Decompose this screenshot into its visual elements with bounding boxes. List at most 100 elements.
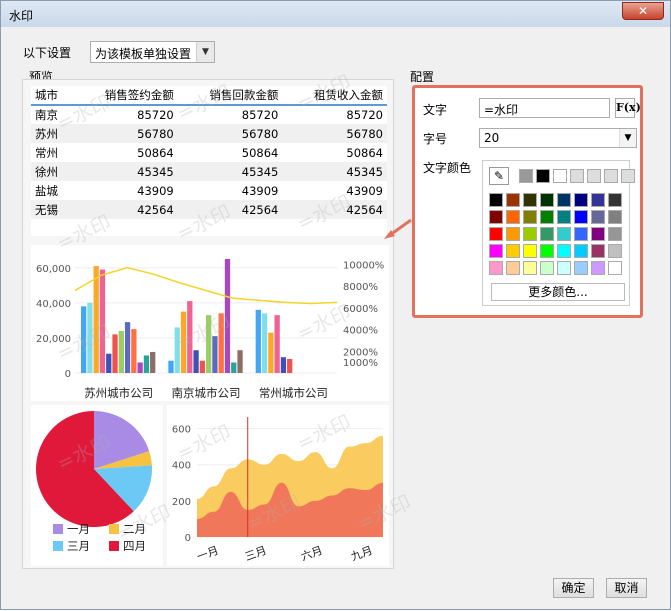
color-swatch[interactable] <box>523 261 537 275</box>
color-swatch[interactable] <box>506 193 520 207</box>
y2-tick-label: 2000% <box>343 347 378 358</box>
table-cell: 85720 <box>137 108 174 122</box>
color-swatch[interactable] <box>489 261 503 275</box>
y-tick-label: 200 <box>172 497 191 508</box>
color-swatch[interactable] <box>489 244 503 258</box>
chart-bar <box>143 355 150 373</box>
color-swatch[interactable] <box>570 169 584 183</box>
chart-bar <box>206 315 212 373</box>
table-cell: 42564 <box>73 200 178 219</box>
color-swatch[interactable] <box>591 244 605 258</box>
color-swatch[interactable] <box>536 169 550 183</box>
color-swatch[interactable] <box>608 227 622 241</box>
color-swatch[interactable] <box>506 227 520 241</box>
more-colors-button[interactable]: 更多颜色... <box>491 283 625 301</box>
color-swatch[interactable] <box>591 227 605 241</box>
color-swatch[interactable] <box>591 193 605 207</box>
color-swatch[interactable] <box>553 169 567 183</box>
formula-button[interactable]: F(x) <box>615 98 641 118</box>
x-tick-label: 三月 <box>243 544 268 564</box>
color-swatch[interactable] <box>557 193 571 207</box>
chart-bar <box>199 360 205 373</box>
color-swatch[interactable] <box>591 210 605 224</box>
color-swatch[interactable] <box>523 193 537 207</box>
legend-swatch <box>53 524 63 534</box>
area-chart: 600 400 200 0 一月 三月 六月 九月 <box>167 405 389 566</box>
chart-bar <box>150 351 156 373</box>
chart-bar <box>168 360 174 373</box>
settings-mode-select[interactable]: 为该模板单独设置 ▼ <box>90 41 215 63</box>
color-swatch[interactable] <box>489 227 503 241</box>
color-swatch[interactable] <box>608 244 622 258</box>
color-swatch[interactable] <box>608 210 622 224</box>
table-row: 南京 85720 85720 85720 <box>31 105 387 124</box>
color-swatch[interactable] <box>557 244 571 258</box>
color-swatch[interactable] <box>506 261 520 275</box>
x-category-label: 苏州城市公司 <box>84 386 153 400</box>
config-panel: 文字 =水印 F(x) 字号 20 ▼ 文字颜色 ✎ 更多颜色... <box>412 85 643 318</box>
table-cell: 45345 <box>282 162 387 181</box>
pie-chart-svg: 一月 二月三月 四月 <box>36 411 152 553</box>
y2-tick-label: 10000% <box>343 260 384 271</box>
color-swatch[interactable] <box>574 244 588 258</box>
color-swatch[interactable] <box>557 261 571 275</box>
color-swatch[interactable] <box>574 261 588 275</box>
combo-chart: 60,000 40,000 20,000 0 10000% 8000% 6000% 4000%… <box>31 245 389 401</box>
legend-swatch <box>53 541 63 551</box>
color-swatch[interactable] <box>519 169 533 183</box>
color-swatch[interactable] <box>574 193 588 207</box>
legend-swatch <box>109 541 119 551</box>
color-swatch[interactable] <box>523 227 537 241</box>
color-swatch[interactable] <box>489 193 503 207</box>
color-swatch[interactable] <box>591 261 605 275</box>
color-swatch[interactable] <box>604 169 618 183</box>
color-swatch[interactable] <box>540 227 554 241</box>
settings-label: 以下设置 <box>23 46 72 60</box>
color-swatch[interactable] <box>523 244 537 258</box>
fontsize-select[interactable]: 20 ▼ <box>479 128 637 148</box>
eyedropper-icon[interactable]: ✎ <box>489 167 509 185</box>
table-header-row: 城市 销售签约金额 销售回款金额 租赁收入金额 <box>31 86 387 106</box>
color-swatch[interactable] <box>489 210 503 224</box>
legend-label: 一月 <box>67 522 90 536</box>
color-swatch[interactable] <box>506 244 520 258</box>
chart-bar <box>287 358 293 373</box>
color-swatch[interactable] <box>608 261 622 275</box>
watermark-text-value: =水印 <box>484 103 519 117</box>
chevron-down-icon: ▼ <box>196 42 214 62</box>
color-swatch[interactable] <box>506 210 520 224</box>
chart-bar <box>87 302 93 373</box>
color-swatch[interactable] <box>557 210 571 224</box>
legend-swatch <box>109 524 119 534</box>
area-chart-svg: 600 400 200 0 一月 三月 六月 九月 <box>172 417 383 564</box>
ok-button[interactable]: 确定 <box>553 578 594 598</box>
close-button[interactable]: ✕ <box>622 2 664 20</box>
chart-bar <box>187 301 193 373</box>
color-swatch[interactable] <box>574 227 588 241</box>
color-swatch[interactable] <box>540 261 554 275</box>
chart-bar <box>255 309 261 373</box>
cancel-button[interactable]: 取消 <box>606 578 647 598</box>
table-cell: 42564 <box>177 200 283 219</box>
table-cell: 56780 <box>73 124 178 143</box>
color-swatch[interactable] <box>587 169 601 183</box>
color-swatch[interactable] <box>540 193 554 207</box>
color-swatch[interactable] <box>540 244 554 258</box>
chart-bar <box>237 350 243 373</box>
title-bar: 水印 ✕ <box>1 1 670 27</box>
color-swatch[interactable] <box>574 210 588 224</box>
table-row: 苏州 56780 56780 56780 <box>31 124 387 143</box>
color-swatch[interactable] <box>540 210 554 224</box>
chart-bar <box>106 353 112 373</box>
color-swatch[interactable] <box>608 193 622 207</box>
color-swatch[interactable] <box>557 227 571 241</box>
watermark-dialog: 水印 ✕ 以下设置 为该模板单独设置 ▼ 预览 城市 销售签约金额 销售回款金额… <box>0 0 671 610</box>
y2-tick-label: 6000% <box>343 304 378 315</box>
x-tick-label: 六月 <box>299 544 324 564</box>
color-swatch[interactable] <box>621 169 635 183</box>
color-swatch[interactable] <box>523 210 537 224</box>
table-cell: 56780 <box>282 124 387 143</box>
table-cell: 南京 <box>35 108 58 122</box>
watermark-text-input[interactable]: =水印 <box>479 98 610 118</box>
y2-tick-label: 4000% <box>343 326 378 337</box>
